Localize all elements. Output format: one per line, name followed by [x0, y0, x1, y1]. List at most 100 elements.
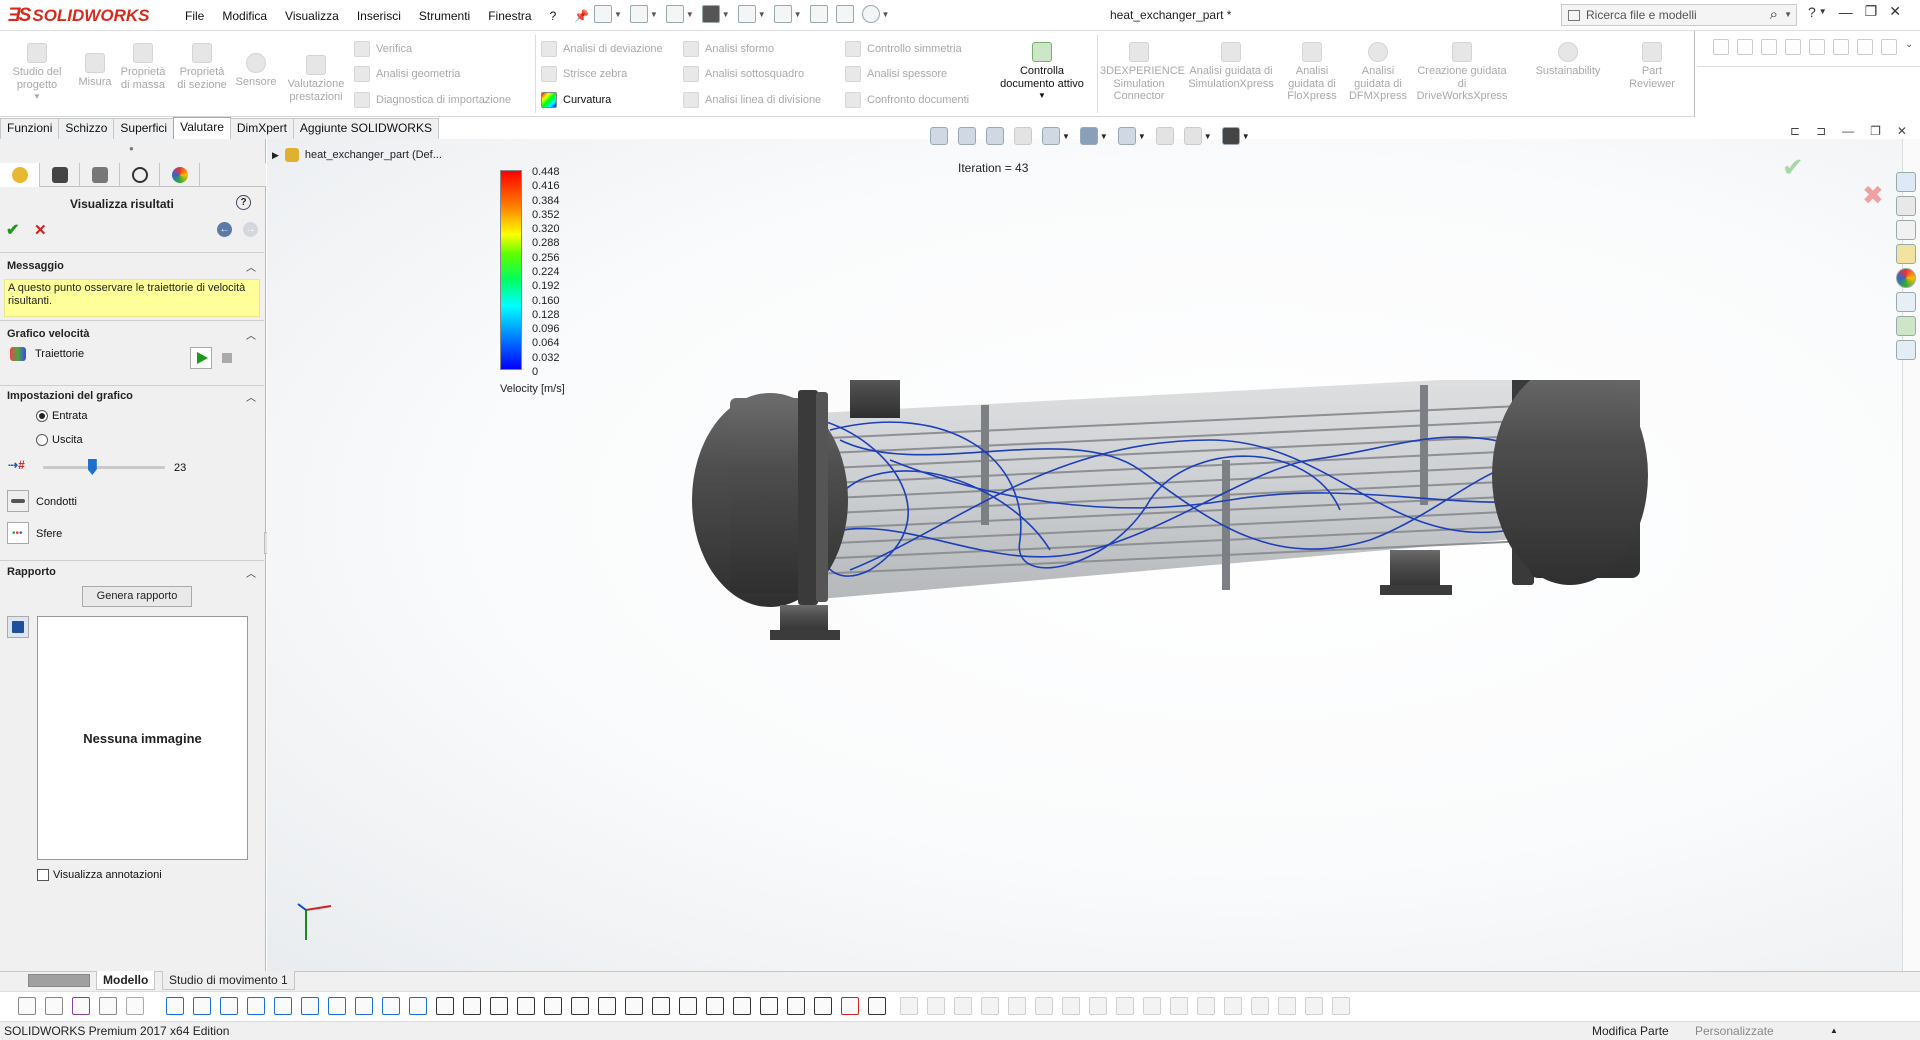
sketch-toolbar-icon[interactable]: [436, 997, 454, 1015]
feature-toolbar-icon[interactable]: [1035, 997, 1053, 1015]
section-properties-button[interactable]: Proprietà di sezione: [176, 43, 228, 91]
measure-button[interactable]: Misura: [74, 53, 116, 89]
sketch-toolbar-icon[interactable]: [544, 997, 562, 1015]
tab-superfici[interactable]: Superfici: [113, 118, 175, 139]
chevron-down-icon[interactable]: ▼: [1100, 132, 1108, 141]
sketch-toolbar-icon[interactable]: [787, 997, 805, 1015]
chevron-down-icon[interactable]: ▼: [686, 10, 694, 19]
sketch-tool-icon[interactable]: [1761, 39, 1777, 55]
driveworksxpress-button[interactable]: Creazione guidata di DriveWorksXpress: [1414, 42, 1510, 103]
print-icon[interactable]: [701, 5, 720, 23]
edit-appearance-icon[interactable]: [1155, 127, 1174, 145]
sketch-toolbar-icon[interactable]: [868, 997, 886, 1015]
menu-inserisci[interactable]: Inserisci: [348, 9, 410, 23]
back-arrow-icon[interactable]: ←: [217, 222, 232, 237]
display-style-icon[interactable]: [1079, 127, 1098, 145]
feature-toolbar-icon[interactable]: [1278, 997, 1296, 1015]
sketch-toolbar-icon[interactable]: [571, 997, 589, 1015]
sketch-tool-icon[interactable]: [1809, 39, 1825, 55]
tab-feature-manager[interactable]: [0, 163, 40, 187]
search-box[interactable]: Ricerca file e modelli ⌕ ▼: [1561, 4, 1797, 26]
sketch-toolbar-icon[interactable]: [355, 997, 373, 1015]
trajectory-count-slider[interactable]: [43, 466, 165, 469]
confirm-check-icon[interactable]: ✔: [1782, 152, 1804, 183]
sketch-toolbar-icon[interactable]: [72, 997, 90, 1015]
stop-button[interactable]: [222, 353, 232, 363]
menu-help[interactable]: ?: [541, 9, 566, 23]
performance-evaluation-button[interactable]: Valutazione prestazioni: [284, 55, 348, 103]
velocity-plot-header[interactable]: Grafico velocità: [7, 328, 90, 340]
tab-dimxpert[interactable]: DimXpert: [229, 118, 294, 139]
menu-strumenti[interactable]: Strumenti: [410, 9, 479, 23]
chevron-down-icon[interactable]: ⌄: [1905, 39, 1913, 50]
symmetry-check-button[interactable]: Controllo simmetria: [845, 41, 962, 57]
view-orientation-icon[interactable]: [1042, 127, 1060, 145]
chevron-up-icon[interactable]: ▲: [1830, 1022, 1838, 1040]
feature-toolbar-icon[interactable]: [900, 997, 918, 1015]
menu-modifica[interactable]: Modifica: [213, 9, 276, 23]
tab-configuration-manager[interactable]: [80, 163, 120, 187]
feature-toolbar-icon[interactable]: [954, 997, 972, 1015]
zebra-stripes-button[interactable]: Strisce zebra: [541, 66, 627, 82]
tab-dimxpert-manager[interactable]: [120, 163, 160, 187]
parting-line-analysis-button[interactable]: Analisi linea di divisione: [683, 92, 821, 108]
sketch-toolbar-icon[interactable]: [733, 997, 751, 1015]
home-icon[interactable]: [1896, 172, 1916, 192]
solidworks-logo[interactable]: ƎS SOLIDWORKS: [8, 4, 154, 27]
tab-valutare[interactable]: Valutare: [173, 117, 231, 139]
section-view-icon[interactable]: [1014, 127, 1032, 145]
zoom-to-fit-icon[interactable]: [930, 127, 948, 145]
forum-icon[interactable]: [1896, 316, 1916, 336]
forward-arrow-icon[interactable]: →: [243, 222, 258, 237]
sensor-button[interactable]: Sensore: [232, 53, 280, 89]
sketch-tool-icon[interactable]: [1881, 39, 1897, 55]
sketch-toolbar-icon[interactable]: [490, 997, 508, 1015]
show-annotations-checkbox[interactable]: [37, 869, 49, 881]
tab-aggiunte[interactable]: Aggiunte SOLIDWORKS: [292, 118, 439, 139]
sketch-toolbar-icon[interactable]: [463, 997, 481, 1015]
chevron-down-icon[interactable]: ▼: [1062, 132, 1070, 141]
spheres-toggle-button[interactable]: •••: [7, 522, 29, 544]
check-button[interactable]: Verifica: [354, 41, 412, 57]
undercut-analysis-button[interactable]: Analisi sottosquadro: [683, 66, 804, 82]
file-explorer-icon[interactable]: [1896, 220, 1916, 240]
help-icon[interactable]: ?: [236, 195, 251, 210]
chevron-up-icon[interactable]: ︿: [246, 327, 256, 342]
sketch-tool-icon[interactable]: [1785, 39, 1801, 55]
geometry-analysis-button[interactable]: Analisi geometria: [354, 66, 460, 82]
feature-toolbar-icon[interactable]: [981, 997, 999, 1015]
chevron-down-icon[interactable]: ▼: [1784, 10, 1792, 19]
hide-show-items-icon[interactable]: [1117, 127, 1136, 145]
status-units[interactable]: Personalizzate: [1695, 1022, 1774, 1040]
chevron-down-icon[interactable]: ▼: [722, 10, 730, 19]
tab-schizzo[interactable]: Schizzo: [58, 118, 115, 139]
chevron-down-icon[interactable]: ▼: [794, 10, 802, 19]
close-icon[interactable]: ✕: [1889, 3, 1901, 20]
tab-model[interactable]: Modello: [96, 971, 156, 990]
feature-toolbar-icon[interactable]: [1332, 997, 1350, 1015]
simulation-connector-button[interactable]: 3DEXPERIENCE Simulation Connector: [1100, 42, 1185, 103]
feature-toolbar-icon[interactable]: [1089, 997, 1107, 1015]
sketch-toolbar-icon[interactable]: [652, 997, 670, 1015]
chevron-down-icon[interactable]: ▼: [1204, 132, 1212, 141]
tab-scroll-buttons[interactable]: [28, 974, 90, 987]
zoom-to-area-icon[interactable]: [958, 127, 976, 145]
sketch-tool-icon[interactable]: [1833, 39, 1849, 55]
play-button[interactable]: [190, 347, 212, 369]
sketch-toolbar-icon[interactable]: [166, 997, 184, 1015]
sketch-tool-icon[interactable]: [1737, 39, 1753, 55]
tab-motion-study[interactable]: Studio di movimento 1: [162, 971, 295, 990]
save-image-button[interactable]: [7, 616, 29, 638]
sketch-toolbar-icon[interactable]: [220, 997, 238, 1015]
sketch-toolbar-icon[interactable]: [841, 997, 859, 1015]
sketch-toolbar-icon[interactable]: [598, 997, 616, 1015]
panel-grip-icon[interactable]: ●: [129, 144, 134, 153]
feature-toolbar-icon[interactable]: [1062, 997, 1080, 1015]
feature-toolbar-icon[interactable]: [1305, 997, 1323, 1015]
sketch-toolbar-icon[interactable]: [517, 997, 535, 1015]
generate-report-button[interactable]: Genera rapporto: [82, 586, 192, 607]
sketch-toolbar-icon[interactable]: [409, 997, 427, 1015]
chevron-down-icon[interactable]: ▼: [992, 90, 1092, 103]
minimize-icon[interactable]: —: [1842, 124, 1854, 138]
feature-toolbar-icon[interactable]: [1224, 997, 1242, 1015]
